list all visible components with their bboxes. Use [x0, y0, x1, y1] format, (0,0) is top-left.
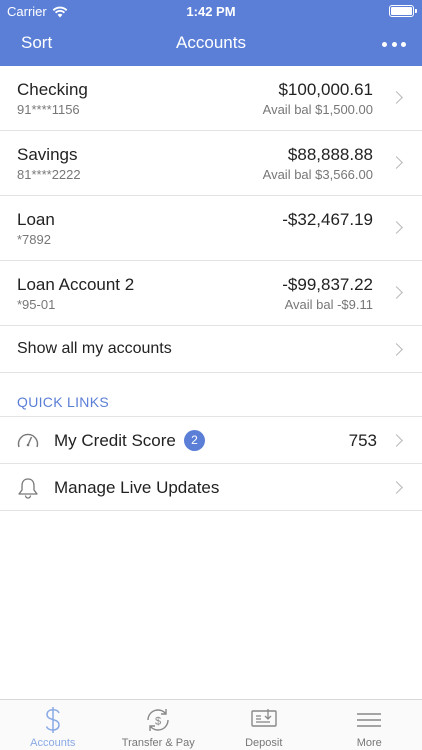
tab-accounts[interactable]: Accounts — [0, 700, 106, 750]
tab-label: More — [356, 737, 382, 749]
check-deposit-icon — [251, 709, 277, 727]
status-time: 1:42 PM — [186, 4, 236, 19]
quick-link-label: Manage Live Updates — [54, 478, 220, 497]
quick-link-credit-score[interactable]: My Credit Score 2 753 — [0, 417, 422, 464]
transfer-icon: $ — [147, 709, 169, 731]
chevron-right-icon — [390, 221, 403, 234]
chevron-right-icon — [390, 286, 403, 299]
show-all-accounts-button[interactable]: Show all my accounts — [0, 326, 422, 373]
chevron-right-icon — [390, 434, 403, 447]
tab-transfer-pay[interactable]: $ Transfer & Pay — [106, 700, 212, 750]
account-name: Checking — [17, 80, 88, 99]
tab-deposit[interactable]: Deposit — [211, 700, 317, 750]
quick-link-label: My Credit Score — [54, 431, 176, 450]
status-bar: Carrier 1:42 PM — [0, 0, 422, 22]
available-balance: Avail bal $3,566.00 — [262, 167, 373, 182]
account-number: *95-01 — [17, 297, 56, 312]
account-row-loan[interactable]: Loan *7892 -$32,467.19 — [0, 196, 422, 261]
svg-text:$: $ — [155, 716, 161, 728]
header: Carrier 1:42 PM Sort Accounts — [0, 0, 422, 66]
account-number: *7892 — [17, 232, 51, 247]
tab-label: Deposit — [245, 737, 283, 749]
tab-label: Transfer & Pay — [121, 737, 195, 749]
chevron-right-icon — [390, 481, 403, 494]
credit-score-value: 753 — [348, 431, 377, 450]
show-all-label: Show all my accounts — [17, 340, 172, 357]
section-spacer — [0, 373, 422, 391]
tab-label: Accounts — [30, 737, 76, 749]
dollar-icon — [45, 707, 60, 733]
account-row-savings[interactable]: Savings 81****2222 $88,888.88 Avail bal … — [0, 131, 422, 196]
speedometer-icon — [17, 433, 39, 448]
quick-links-title: QUICK LINKS — [17, 394, 109, 410]
account-balance: $88,888.88 — [287, 145, 373, 164]
account-row-checking[interactable]: Checking 91****1156 $100,000.61 Avail ba… — [0, 66, 422, 131]
chevron-right-icon — [390, 156, 403, 169]
account-row-loan-account-2[interactable]: Loan Account 2 *95-01 -$99,837.22 Avail … — [0, 261, 422, 326]
sort-button[interactable]: Sort — [21, 33, 52, 53]
quick-links-header: QUICK LINKS — [0, 391, 422, 417]
tab-bar: Accounts $ Transfer & Pay Deposit More — [0, 699, 422, 750]
account-name: Loan Account 2 — [17, 275, 135, 294]
account-name: Savings — [17, 145, 78, 164]
account-name: Loan — [17, 210, 55, 229]
menu-icon — [357, 713, 382, 727]
account-number: 81****2222 — [17, 167, 81, 182]
quick-link-live-updates[interactable]: Manage Live Updates — [0, 464, 422, 511]
tab-more[interactable]: More — [317, 700, 422, 750]
notification-badge: 2 — [184, 430, 205, 451]
account-balance: -$99,837.22 — [282, 275, 373, 294]
chevron-right-icon — [390, 91, 403, 104]
account-number: 91****1156 — [17, 102, 80, 117]
battery-icon — [389, 5, 417, 17]
available-balance: Avail bal $1,500.00 — [262, 102, 373, 117]
page-title: Accounts — [176, 33, 246, 52]
account-balance: $100,000.61 — [278, 80, 373, 99]
navigation-bar: Sort Accounts — [0, 22, 422, 66]
chevron-right-icon — [390, 343, 403, 356]
account-balance: -$32,467.19 — [282, 210, 373, 229]
accounts-list: Checking 91****1156 $100,000.61 Avail ba… — [0, 66, 422, 511]
available-balance: Avail bal -$9.11 — [284, 297, 373, 312]
more-dots-icon[interactable] — [382, 34, 406, 54]
bell-icon — [18, 478, 38, 499]
